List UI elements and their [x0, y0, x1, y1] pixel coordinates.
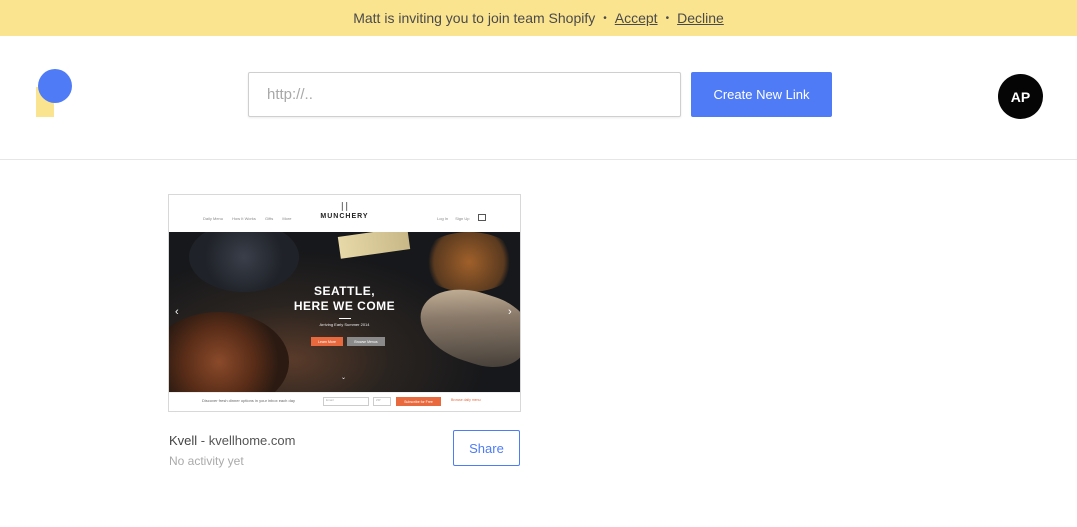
thumbnail-hero: ‹ › SEATTLE, HERE WE COME Arriving Early…: [169, 232, 520, 392]
banner-separator: •: [665, 12, 670, 24]
link-card: Daily Menu How It Works Gifts More ∣∣ MU…: [168, 194, 521, 468]
thumb-learn-more: Learn More: [311, 337, 343, 346]
accept-invite-link[interactable]: Accept: [615, 10, 658, 26]
thumb-login-link: Log In: [437, 216, 449, 221]
link-thumbnail[interactable]: Daily Menu How It Works Gifts More ∣∣ MU…: [168, 194, 521, 412]
thumb-subscribe-button: Subscribe for Free: [396, 397, 441, 406]
share-button[interactable]: Share: [453, 430, 520, 466]
thumb-footer-text: Discover fresh dinner options in your in…: [202, 398, 295, 403]
fork-knife-icon: ∣∣: [340, 201, 349, 211]
link-title: Kvell - kvellhome.com: [169, 433, 449, 448]
link-activity: No activity yet: [169, 454, 244, 468]
thumb-subline: Arriving Early Summer 2014: [319, 322, 370, 327]
user-avatar[interactable]: AP: [998, 74, 1043, 119]
app-logo[interactable]: [36, 69, 72, 117]
thumb-email-field: Email: [323, 397, 369, 406]
shopping-bag-icon: [478, 214, 486, 221]
thumbnail-footer: Discover fresh dinner options in your in…: [169, 392, 520, 411]
thumb-browse-menus: Browse Menus: [347, 337, 385, 346]
invite-banner: Matt is inviting you to join team Shopif…: [0, 0, 1077, 36]
link-domain: kvellhome.com: [208, 433, 296, 448]
thumb-signup-link: Sign Up: [455, 216, 470, 221]
thumb-headline: SEATTLE,: [313, 284, 376, 298]
create-new-link-button[interactable]: Create New Link: [691, 72, 832, 117]
banner-separator: •: [603, 12, 607, 24]
link-meta: Kvell - kvellhome.com No activity yet: [169, 433, 449, 468]
decline-invite-link[interactable]: Decline: [677, 10, 724, 26]
thumb-zip-field: ZIP: [373, 397, 391, 406]
app-header: Create New Link AP: [0, 36, 1077, 160]
invite-message: Matt is inviting you to join team Shopif…: [353, 10, 596, 26]
url-input[interactable]: [248, 72, 681, 117]
thumb-headline: HERE WE COME: [293, 299, 396, 313]
thumb-browse-link: Browse daily menu: [451, 398, 481, 402]
chevron-down-icon: ⌄: [341, 375, 347, 381]
thumbnail-navbar: Daily Menu How It Works Gifts More ∣∣ MU…: [169, 195, 520, 232]
link-name[interactable]: Kvell: [169, 433, 197, 448]
link-title-separator: -: [197, 433, 209, 448]
